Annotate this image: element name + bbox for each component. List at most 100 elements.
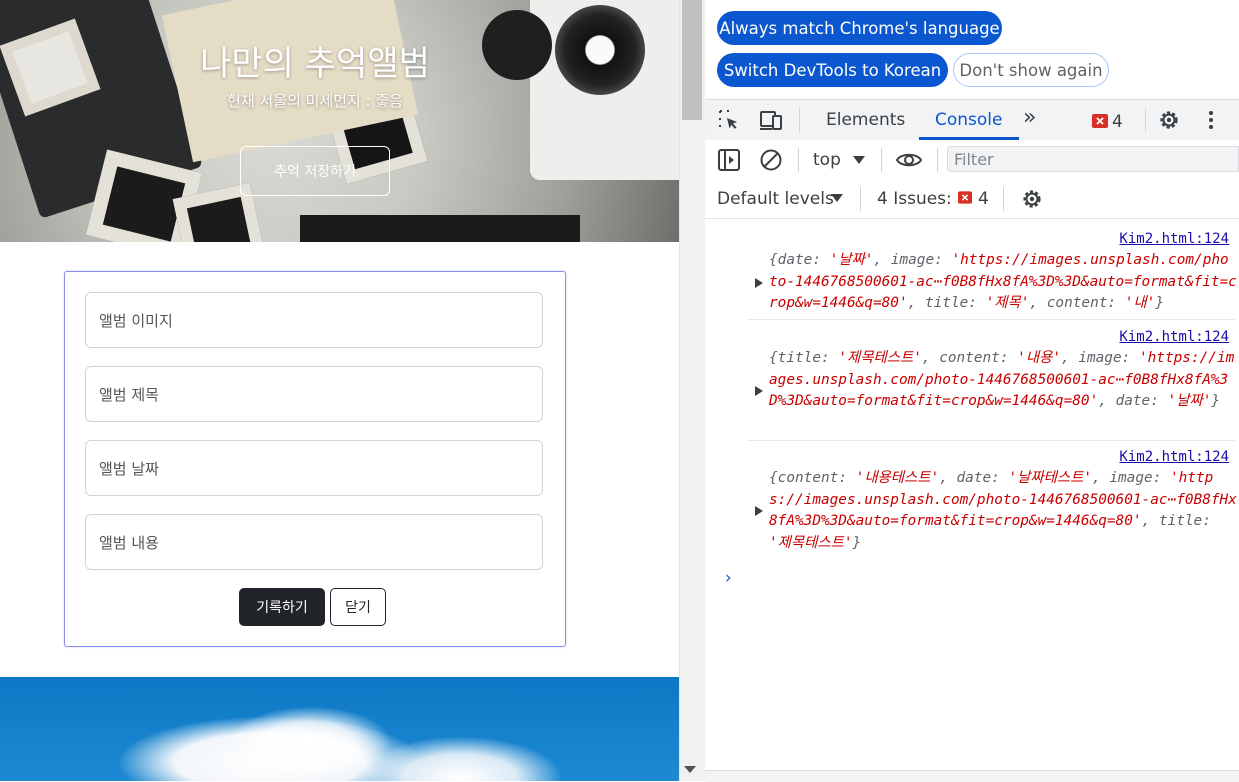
log-string-value: '내용' [1017, 350, 1061, 366]
log-token: , [873, 252, 891, 268]
log-token: content [777, 470, 839, 486]
log-token: : [991, 470, 1009, 486]
log-token: date [956, 470, 992, 486]
log-source-link[interactable]: Kim2.html:124 [1119, 449, 1229, 465]
separator [798, 148, 799, 172]
scrollbar-thumb[interactable] [682, 0, 702, 120]
separator [799, 108, 800, 132]
log-token: } [852, 534, 862, 551]
log-token: { [769, 350, 778, 366]
log-token: image [1109, 470, 1153, 486]
issues-error-icon[interactable] [958, 191, 972, 204]
separator [881, 148, 882, 172]
log-string-value: '제목테스트' [838, 350, 922, 366]
log-token: title [777, 350, 821, 366]
album-content-field[interactable]: 앨범 내용 [85, 514, 543, 570]
log-message[interactable]: {content: '내용테스트', date: '날짜테스트', image:… [769, 468, 1237, 554]
log-token: } [1211, 393, 1221, 409]
separator [860, 187, 861, 211]
hero-banner: 나만의 추억앨범 현재 서울의 미세먼지 : 좋음 추억 저장하기 [0, 0, 679, 242]
separator [1003, 187, 1004, 211]
context-selector[interactable]: top [813, 150, 841, 170]
log-message[interactable]: {date: '날짜', image: 'https://images.unsp… [769, 250, 1237, 315]
album-date-field[interactable]: 앨범 날짜 [85, 440, 543, 496]
log-token: content [939, 350, 1000, 366]
more-options-icon[interactable] [1199, 108, 1223, 132]
console-filter-input[interactable]: Filter [947, 146, 1239, 172]
clear-console-icon[interactable] [759, 148, 783, 172]
issues-label[interactable]: 4 Issues: [877, 189, 952, 209]
separator [937, 148, 938, 172]
console-prompt-icon[interactable]: › [723, 568, 733, 588]
expand-object-icon[interactable] [755, 278, 763, 288]
log-token: date [1115, 393, 1151, 409]
issues-count[interactable]: 4 [978, 189, 989, 209]
log-token: , [1092, 470, 1110, 486]
console-settings-gear-icon[interactable] [1020, 187, 1044, 211]
log-token: : [999, 350, 1018, 366]
log-token: { [769, 252, 778, 268]
tab-console[interactable]: Console [935, 110, 1003, 130]
dust-status-text: 현재 서울의 미세먼지 : 좋음 [227, 92, 403, 110]
log-token: , [921, 350, 940, 366]
close-button[interactable]: 닫기 [330, 588, 386, 626]
sidebar-toggle-icon[interactable] [717, 148, 741, 172]
live-expression-eye-icon[interactable] [895, 148, 923, 172]
log-string-value: '날짜' [829, 252, 874, 268]
log-token: : [1202, 513, 1211, 529]
log-token: , [1029, 295, 1047, 311]
log-string-value: '제목' [985, 295, 1030, 311]
log-token: image [1078, 350, 1122, 366]
log-message[interactable]: {title: '제목테스트', content: '내용', image: '… [769, 348, 1237, 413]
log-token: { [769, 470, 778, 486]
log-token: , [939, 470, 957, 486]
dont-show-again-button[interactable]: Don't show again [953, 53, 1109, 87]
console-log-entry: Kim2.html:124 {content: '내용테스트', date: '… [747, 444, 1237, 556]
console-levels-bar: Default levels 4 Issues: 4 [705, 180, 1239, 219]
log-token: : [1152, 470, 1171, 486]
context-dropdown-icon[interactable] [853, 156, 865, 164]
log-token: : [1150, 393, 1168, 409]
device-toolbar-icon[interactable] [759, 108, 783, 132]
levels-dropdown-icon[interactable] [831, 194, 843, 202]
album-title-field[interactable]: 앨범 제목 [85, 366, 543, 422]
record-button[interactable]: 기록하기 [239, 588, 325, 626]
log-token: , [1098, 393, 1116, 409]
switch-korean-button[interactable]: Switch DevTools to Korean [717, 53, 948, 87]
log-token: date [777, 252, 813, 268]
save-memory-button[interactable]: 추억 저장하기 [240, 146, 390, 196]
settings-gear-icon[interactable] [1157, 108, 1181, 132]
log-source-link[interactable]: Kim2.html:124 [1119, 231, 1229, 247]
film-strip-image [300, 215, 580, 242]
error-count[interactable]: 4 [1112, 112, 1123, 132]
scroll-down-arrow-icon[interactable] [684, 766, 696, 773]
log-token: , [1141, 513, 1159, 529]
console-log-entry: Kim2.html:124 {title: '제목테스트', content: … [747, 324, 1235, 441]
devtools-tabbar: Elements Console » 4 [705, 99, 1239, 141]
log-levels-dropdown[interactable]: Default levels [717, 189, 834, 209]
expand-object-icon[interactable] [755, 386, 763, 396]
console-log-entry: Kim2.html:124 {date: '날짜', image: 'https… [747, 226, 1237, 320]
drawer-bar [705, 770, 1239, 782]
log-string-value: '제목테스트' [769, 534, 853, 551]
log-token: } [1155, 295, 1164, 311]
inspect-element-icon[interactable] [717, 108, 741, 132]
tab-elements[interactable]: Elements [826, 110, 905, 130]
match-chrome-language-button[interactable]: Always match Chrome's language [717, 11, 1002, 45]
log-string-value: '날짜' [1167, 393, 1212, 409]
expand-object-icon[interactable] [755, 506, 763, 516]
log-string-value: '내' [1124, 295, 1156, 311]
log-token: image [890, 252, 935, 268]
error-icon[interactable] [1092, 114, 1108, 128]
log-source-link[interactable]: Kim2.html:124 [1119, 329, 1229, 345]
page-scrollbar[interactable] [679, 0, 706, 781]
log-token: title [924, 295, 969, 311]
console-toolbar: top Filter [705, 140, 1239, 181]
log-token: : [821, 350, 839, 366]
log-token: : [934, 252, 952, 268]
devtools-panel: Always match Chrome's language Switch De… [705, 0, 1239, 782]
more-tabs-icon[interactable]: » [1023, 105, 1036, 130]
log-token: , [907, 295, 925, 311]
log-token: : [838, 470, 856, 486]
album-image-field[interactable]: 앨범 이미지 [85, 292, 543, 348]
